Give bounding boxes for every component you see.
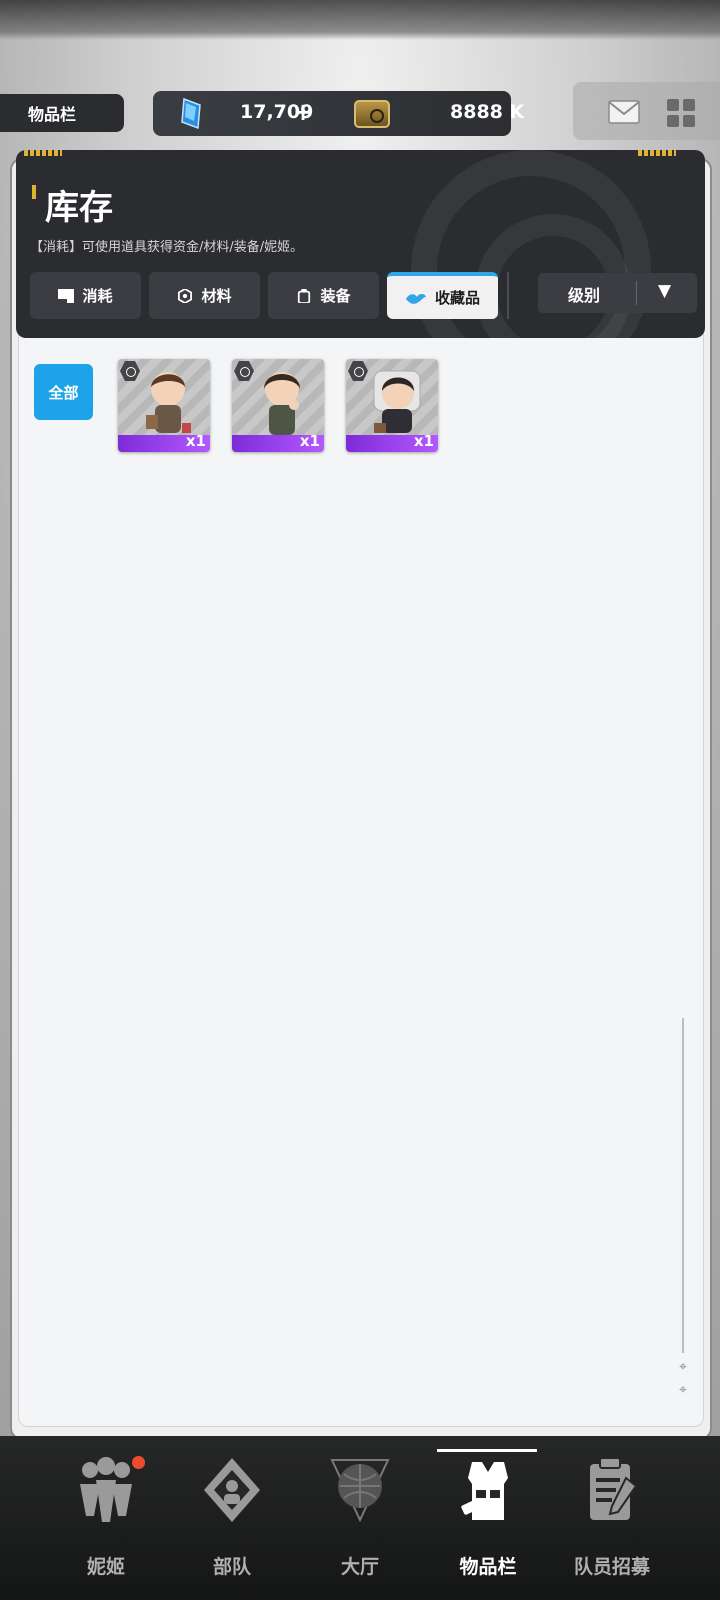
status-bar-background — [0, 0, 720, 40]
sort-dropdown[interactable]: 级别 ▼ — [538, 273, 697, 313]
tab-equipment[interactable]: 装备 — [268, 272, 379, 319]
tab-collectibles[interactable]: 收藏品 — [387, 272, 498, 319]
equipment-icon — [298, 288, 311, 303]
nav-label: 部队 — [212, 1556, 251, 1578]
tab-label: 材料 — [201, 287, 232, 305]
team-cards-icon — [204, 1458, 260, 1522]
nav-lobby[interactable]: 大厅 — [300, 1436, 420, 1600]
top-icons-panel — [573, 82, 720, 140]
collectible-icon — [405, 293, 426, 304]
scrollbar-track[interactable] — [682, 1018, 684, 1353]
chevron-down-icon: ▼ — [658, 281, 672, 301]
nav-label: 队员招募 — [573, 1556, 650, 1578]
gem-icon — [181, 97, 201, 130]
title-accent — [32, 185, 36, 199]
item-quantity: x1 — [299, 432, 320, 450]
credit-count: 8888 K — [450, 101, 525, 123]
nav-label: 妮姬 — [86, 1556, 125, 1578]
inventory-grid-area — [18, 330, 704, 1427]
tab-label: 消耗 — [82, 287, 113, 305]
inventory-item[interactable]: x1 — [346, 359, 438, 452]
tab-materials[interactable]: 材料 — [149, 272, 260, 319]
sort-label: 级别 — [568, 286, 601, 305]
nav-squad[interactable]: 部队 — [172, 1436, 292, 1600]
sort-separator — [636, 281, 637, 305]
notification-dot — [132, 1456, 145, 1469]
nav-nikke[interactable]: 妮姬 — [46, 1436, 166, 1600]
inventory-title: 库存 — [45, 188, 113, 228]
material-icon — [178, 288, 193, 303]
credit-icon — [354, 100, 390, 128]
tab-divider — [507, 272, 509, 319]
nav-recruit[interactable]: 队员招募 — [552, 1436, 672, 1600]
crosshair-icon: ⌖ — [679, 1359, 687, 1375]
mail-icon[interactable] — [608, 100, 640, 124]
inventory-item[interactable]: x1 — [118, 359, 210, 452]
inventory-item[interactable]: x1 — [232, 359, 324, 452]
item-quantity: x1 — [413, 432, 434, 450]
vest-icon — [461, 1462, 508, 1520]
clipboard-icon — [590, 1457, 638, 1520]
nav-label: 物品栏 — [459, 1556, 517, 1578]
inventory-subtitle: 【消耗】可使用道具获得资金/材料/装备/妮姬。 — [30, 240, 304, 255]
menu-grid-icon[interactable] — [667, 99, 695, 127]
page-title-tab: 物品栏 — [0, 94, 124, 132]
globe-icon — [330, 1459, 390, 1523]
tab-consumables[interactable]: 消耗 — [30, 272, 141, 319]
buy-gems-button[interactable]: + — [293, 98, 313, 126]
tab-label: 收藏品 — [434, 289, 480, 307]
crosshair-icon: ⌖ — [679, 1382, 687, 1398]
squad-people-icon — [80, 1457, 132, 1522]
nav-label: 大厅 — [340, 1556, 379, 1578]
filter-all-button[interactable]: 全部 — [34, 364, 93, 420]
item-quantity: x1 — [185, 432, 206, 450]
nav-inventory[interactable]: 物品栏 — [428, 1436, 548, 1600]
consumable-icon — [58, 288, 75, 303]
tab-label: 装备 — [320, 287, 351, 305]
